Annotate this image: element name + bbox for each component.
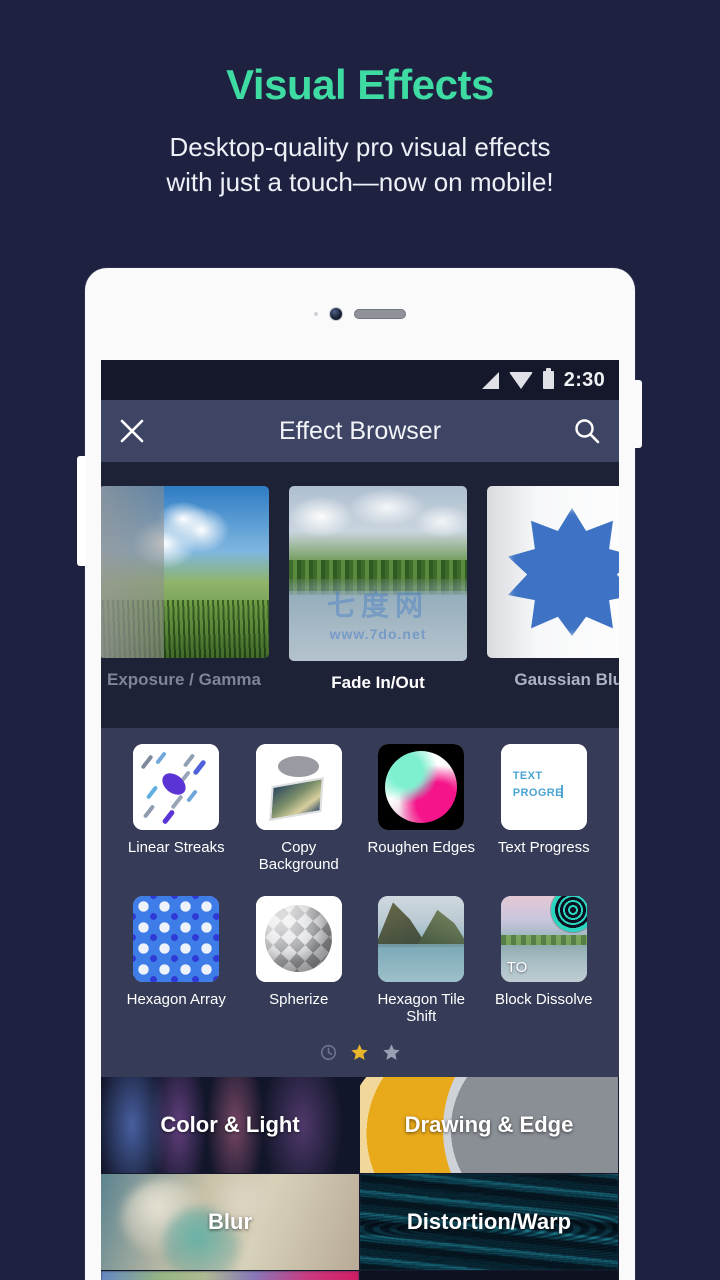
category-tile-blur[interactable]: Blur	[101, 1174, 360, 1271]
effect-thumbnail-text: TEXT PROGRE	[512, 770, 563, 799]
effects-grid-row: Hexagon Array Spherize Hexagon Tile Shif…	[101, 895, 619, 1026]
search-icon	[573, 417, 601, 445]
effect-tile-copy-background[interactable]: Copy Background	[245, 744, 353, 874]
category-tile-drawing-edge[interactable]: Drawing & Edge	[360, 1077, 619, 1174]
volume-button[interactable]	[77, 456, 86, 566]
star-icon[interactable]	[382, 1043, 401, 1067]
carousel-item-exposure-gamma[interactable]: Exposure / Gamma	[101, 486, 269, 690]
effect-tile-spherize[interactable]: Spherize	[245, 895, 353, 1026]
grid-tab-indicators	[101, 1031, 619, 1077]
category-label: Drawing & Edge	[404, 1112, 574, 1137]
power-button[interactable]	[634, 380, 642, 448]
effect-tile-hexagon-tile-shift[interactable]: Hexagon Tile Shift	[367, 895, 475, 1026]
effect-tile-hexagon-array[interactable]: Hexagon Array	[122, 895, 230, 1026]
carousel-item-label: Gaussian Blur	[514, 670, 619, 689]
promo-subtitle-line-1: Desktop-quality pro visual effects	[169, 132, 551, 163]
effects-grid-row: Linear Streaks Copy Background Roughen E…	[101, 744, 619, 874]
effect-tile-label: Roughen Edges	[367, 839, 476, 856]
app-screen: 2:30 Effect Browser Exposure / Gamma 七度网…	[101, 360, 619, 1280]
carousel-thumbnail	[101, 486, 269, 658]
effect-tile-label: Copy Background	[258, 839, 339, 874]
effect-tile-label: Hexagon Tile Shift	[377, 990, 466, 1025]
effect-thumbnail	[133, 895, 220, 982]
carousel-item-label: Fade In/Out	[331, 673, 425, 692]
effect-tile-label: Hexagon Array	[126, 990, 226, 1008]
effect-thumbnail: TO	[500, 895, 587, 982]
close-button[interactable]	[101, 400, 163, 462]
carousel-item-label: Exposure / Gamma	[106, 670, 261, 689]
effect-tile-label: Block Dissolve	[494, 990, 593, 1008]
category-thumbnail	[101, 1271, 359, 1280]
status-bar-clock: 2:30	[563, 368, 605, 391]
effect-thumbnail	[378, 744, 465, 830]
front-camera-icon	[329, 307, 343, 321]
effect-tile-text-progress[interactable]: TEXT PROGRE Text Progress	[490, 744, 598, 874]
battery-icon	[542, 368, 554, 389]
recent-clock-icon[interactable]	[320, 1044, 337, 1066]
effect-tile-label: Text Progress	[497, 839, 590, 856]
effect-tile-block-dissolve[interactable]: TO Block Dissolve	[490, 895, 598, 1026]
category-thumbnail	[360, 1271, 618, 1280]
app-toolbar: Effect Browser	[101, 400, 619, 462]
close-icon	[119, 418, 145, 444]
featured-carousel[interactable]: Exposure / Gamma 七度网 www.7do.net Fade In…	[101, 462, 619, 728]
category-label: Distortion/Warp	[406, 1209, 572, 1234]
promo-header: Visual Effects Desktop-quality pro visua…	[0, 0, 720, 199]
effect-tile-label: Linear Streaks	[127, 839, 225, 856]
category-label: Color & Light	[160, 1112, 300, 1137]
status-bar: 2:30	[101, 360, 619, 400]
effect-tile-linear-streaks[interactable]: Linear Streaks	[122, 744, 230, 874]
search-button[interactable]	[555, 400, 619, 462]
effect-thumbnail	[255, 744, 342, 830]
effects-grid: Linear Streaks Copy Background Roughen E…	[101, 728, 619, 1031]
carousel-thumbnail: 七度网 www.7do.net	[289, 486, 467, 661]
earpiece-speaker-icon	[354, 309, 406, 319]
star-shape-icon	[508, 508, 619, 636]
category-list: Color & Light Drawing & Edge Blur Distor…	[101, 1077, 619, 1280]
effect-thumbnail	[378, 895, 465, 982]
carousel-track: Exposure / Gamma 七度网 www.7do.net Fade In…	[101, 486, 619, 693]
phone-top-bezel	[85, 268, 635, 360]
effect-tile-label: Spherize	[269, 990, 329, 1008]
effect-thumbnail	[255, 895, 342, 982]
signal-icon	[481, 371, 499, 389]
effect-thumbnail	[133, 744, 220, 830]
category-tile-3d[interactable]: 3D	[360, 1271, 619, 1280]
category-tile-distortion-warp[interactable]: Distortion/Warp	[360, 1174, 619, 1271]
carousel-item-gaussian-blur[interactable]: Gaussian Blur	[487, 486, 619, 690]
category-label: Blur	[208, 1209, 252, 1234]
proximity-sensor-icon	[314, 312, 318, 316]
carousel-item-fade-in-out[interactable]: 七度网 www.7do.net Fade In/Out	[289, 486, 467, 693]
effect-thumbnail: TEXT PROGRE	[500, 744, 587, 830]
toolbar-title: Effect Browser	[278, 416, 442, 445]
carousel-thumbnail	[487, 486, 619, 658]
effect-thumbnail-text: TO	[506, 958, 528, 976]
effect-tile-roughen-edges[interactable]: Roughen Edges	[367, 744, 475, 874]
page-title: Visual Effects	[226, 61, 494, 108]
phone-device-frame: 2:30 Effect Browser Exposure / Gamma 七度网…	[77, 268, 642, 1280]
wifi-icon	[508, 371, 533, 389]
category-tile-procedural[interactable]: Procedural	[101, 1271, 360, 1280]
category-tile-color-light[interactable]: Color & Light	[101, 1077, 360, 1174]
promo-subtitle: Desktop-quality pro visual effects with …	[0, 130, 720, 199]
promo-subtitle-line-2: with just a touch—now on mobile!	[166, 166, 554, 197]
text-caret-icon	[560, 785, 563, 799]
favorite-star-filled-icon[interactable]	[350, 1043, 369, 1067]
